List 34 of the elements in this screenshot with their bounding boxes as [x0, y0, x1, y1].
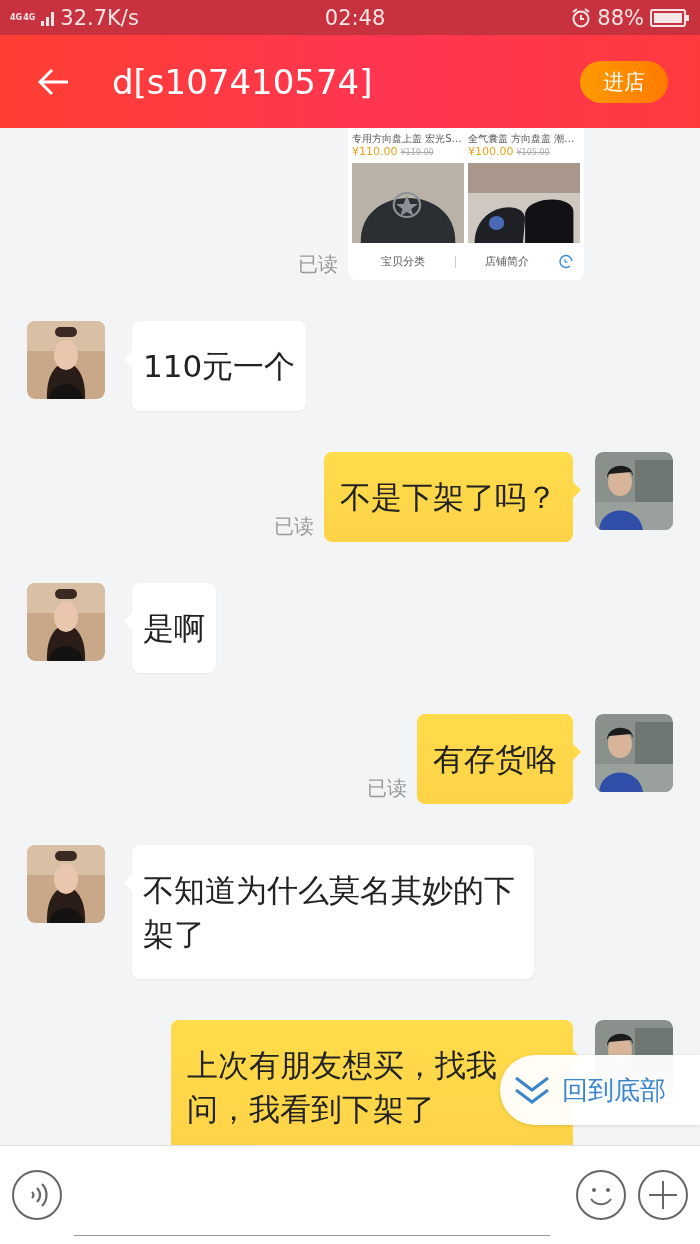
- history-icon[interactable]: [558, 253, 574, 270]
- double-chevron-down-icon: [514, 1074, 550, 1106]
- plus-icon[interactable]: [638, 1170, 688, 1220]
- network-speed: 32.7K/s: [60, 5, 139, 30]
- read-receipt: 已读: [298, 251, 338, 278]
- chat-title: d[s107410574]: [112, 61, 374, 102]
- message-bubble: 不知道为什么莫名其妙的下架了: [132, 845, 534, 979]
- read-receipt: 已读: [274, 513, 314, 540]
- network-type-label: 4G: [23, 13, 36, 22]
- product-title: 专用方向盘上盖 宏光S…: [352, 132, 463, 145]
- battery-icon: [650, 8, 690, 27]
- shop-card[interactable]: 专用方向盘上盖 宏光S… ¥110.00 ¥110.00 全气囊盖 方向盘盖 潮… ¥100.00 ¥105.00 宝贝分类 店铺简介: [348, 128, 584, 280]
- shop-tab[interactable]: 店铺简介: [455, 254, 558, 269]
- voice-icon[interactable]: [12, 1170, 62, 1220]
- signal-icon: [41, 9, 55, 26]
- back-arrow-icon[interactable]: [38, 66, 70, 97]
- network-type-label: 4G: [10, 13, 23, 22]
- shop-tab[interactable]: 宝贝分类: [352, 254, 455, 269]
- clock-time: 02:48: [323, 5, 387, 30]
- bubble-tail: [573, 744, 581, 760]
- product-title: 全气囊盖 方向盘盖 潮…: [468, 132, 576, 145]
- message-bubble: 是啊: [132, 583, 216, 673]
- emoji-icon[interactable]: [576, 1170, 626, 1220]
- message-bubble: 110元一个: [132, 321, 307, 411]
- product-price: ¥100.00: [468, 145, 514, 158]
- read-receipt: 已读: [367, 775, 407, 802]
- alarm-icon: [571, 7, 592, 28]
- battery-percent: 88%: [597, 5, 644, 30]
- product-price: ¥110.00: [352, 145, 398, 158]
- original-price: ¥110.00: [400, 148, 434, 157]
- message-bubble: 有存货咯: [417, 714, 573, 804]
- message-bubble: 不是下架了吗？: [324, 452, 573, 542]
- bubble-tail: [573, 482, 581, 498]
- original-price: ¥105.00: [516, 148, 550, 157]
